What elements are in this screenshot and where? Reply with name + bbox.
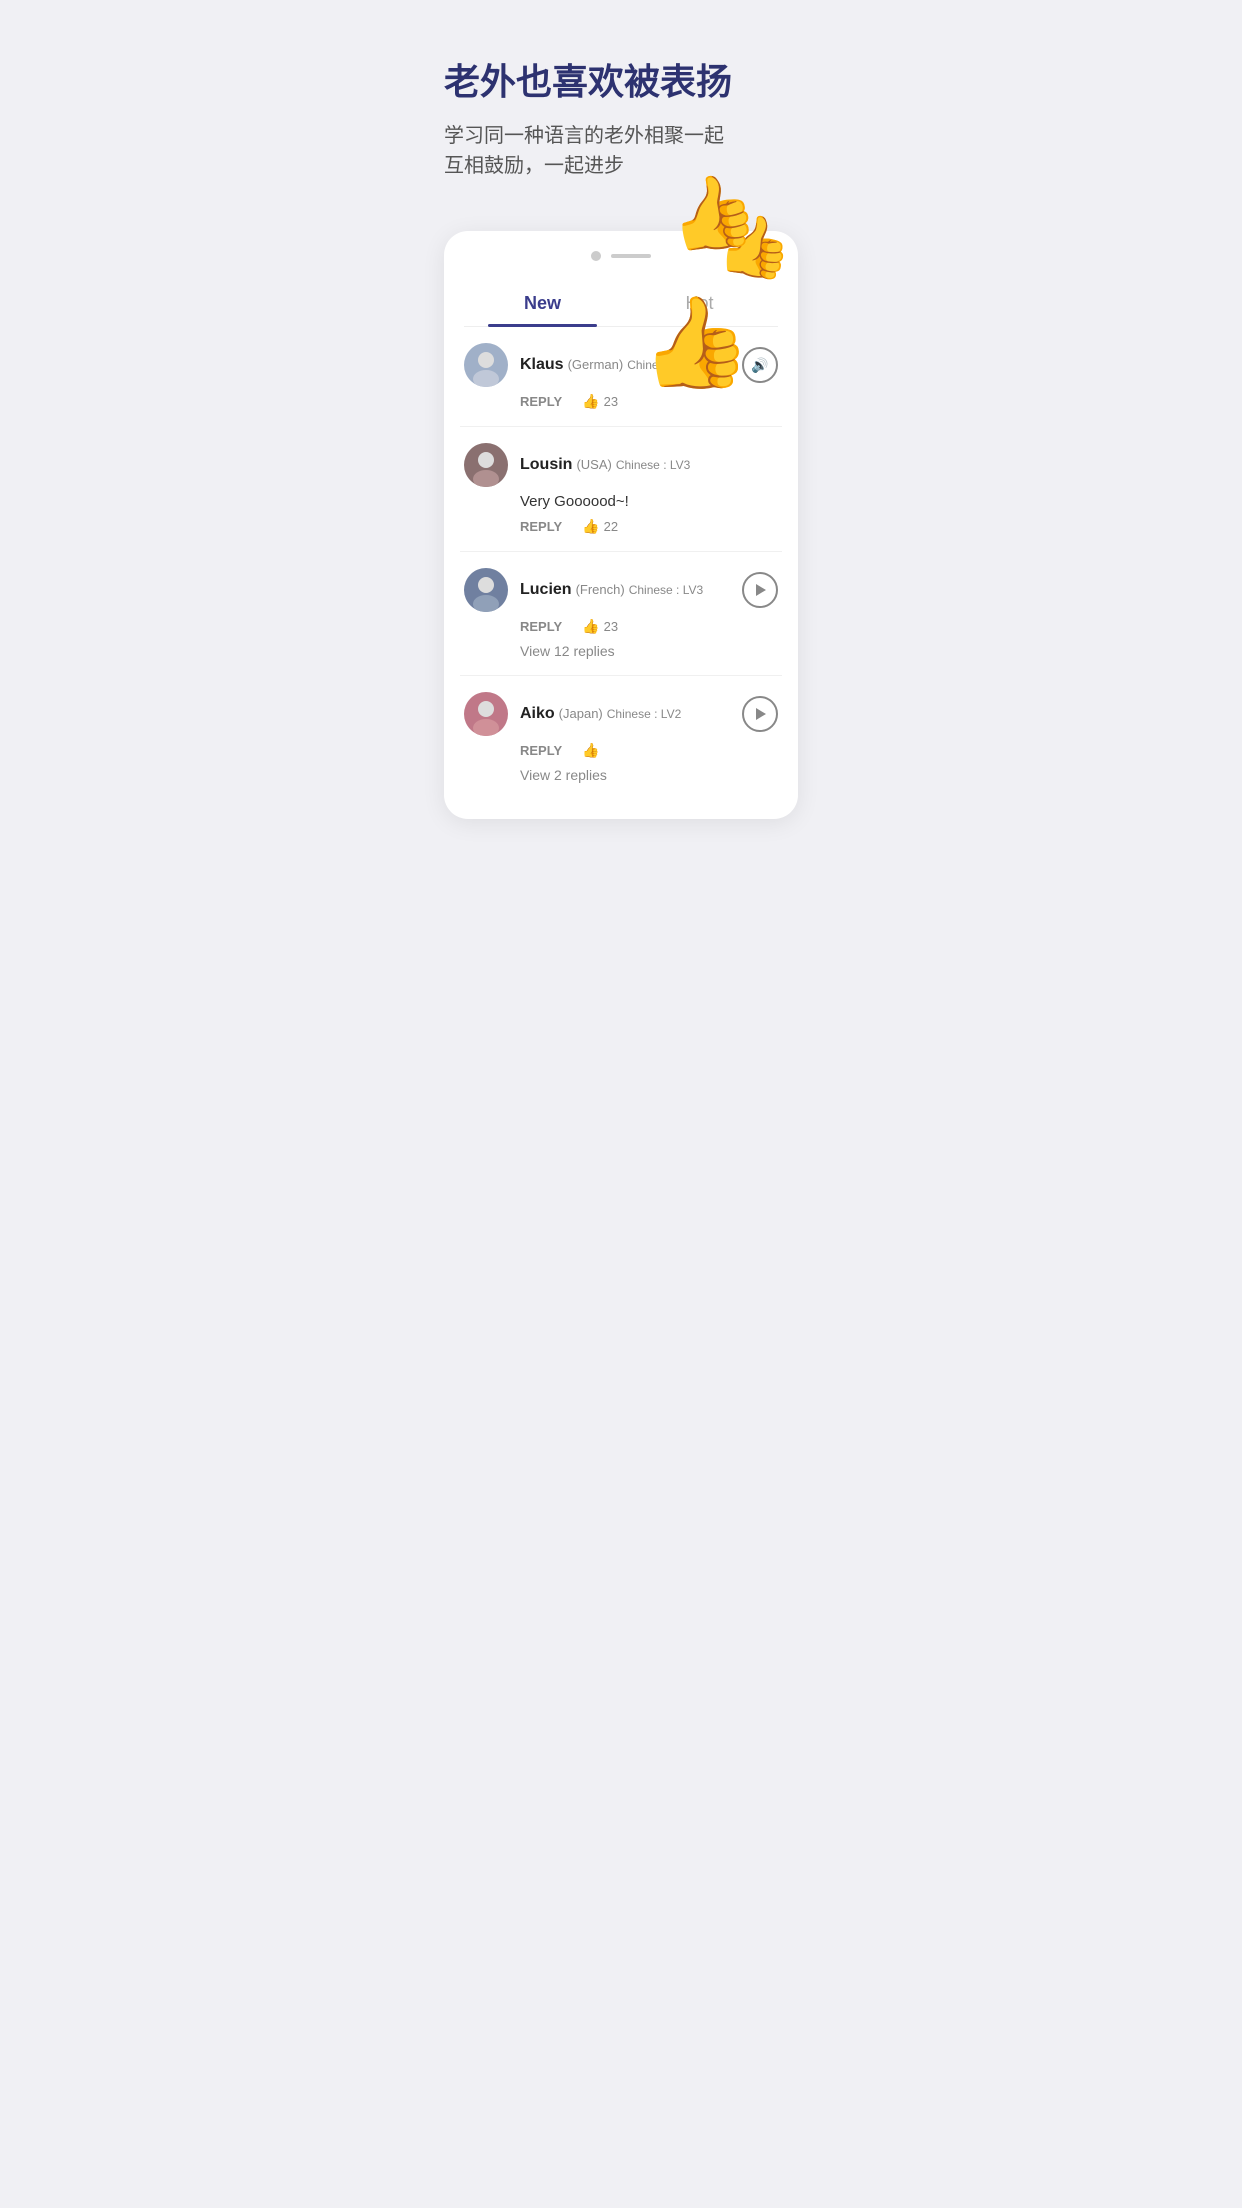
user-level: Chinese : LV2 <box>607 707 682 721</box>
comment-actions: REPLY 👍 <box>520 742 778 759</box>
avatar <box>464 443 508 487</box>
comment-item: Lucien (French) Chinese : LV3 REPLY <box>460 552 782 676</box>
view-replies-link[interactable]: View 2 replies <box>520 767 778 783</box>
like-count: 22 <box>604 519 618 534</box>
user-name-row: Aiko (Japan) Chinese : LV2 <box>520 705 681 723</box>
thumbs-up-icon-3: 👍 <box>634 287 755 401</box>
comment-list: Klaus (German) Chinese : LV3 🔊 REPLY <box>444 327 798 799</box>
pagination-dot[interactable] <box>591 251 601 261</box>
like-icon: 👍 <box>582 518 599 535</box>
like-row: 👍 23 <box>582 393 618 410</box>
comment-header-left: Lucien (French) Chinese : LV3 <box>464 568 703 612</box>
like-icon: 👍 <box>582 393 599 410</box>
user-name: Lucien <box>520 581 572 599</box>
like-count: 23 <box>604 394 618 409</box>
user-name-row: Lousin (USA) Chinese : LV3 <box>520 456 690 474</box>
reply-button[interactable]: REPLY <box>520 519 562 534</box>
user-level: Chinese : LV3 <box>629 583 704 597</box>
view-replies-link[interactable]: View 12 replies <box>520 643 778 659</box>
like-row: 👍 23 <box>582 618 618 635</box>
user-name-row: Lucien (French) Chinese : LV3 <box>520 581 703 599</box>
comment-header-left: Lousin (USA) Chinese : LV3 <box>464 443 690 487</box>
comment-body: Very Goooood~! REPLY 👍 22 <box>520 493 778 535</box>
page-headline: 老外也喜欢被表扬 <box>444 60 798 103</box>
avatar <box>464 692 508 736</box>
comment-header: Lucien (French) Chinese : LV3 <box>464 568 778 612</box>
like-icon: 👍 <box>582 742 599 759</box>
play-button[interactable] <box>742 572 778 608</box>
reply-button[interactable]: REPLY <box>520 394 562 409</box>
comment-header-left: Aiko (Japan) Chinese : LV2 <box>464 692 681 736</box>
comment-body: REPLY 👍 23 View 12 replies <box>520 618 778 659</box>
reply-button[interactable]: REPLY <box>520 743 562 758</box>
page-wrapper: 老外也喜欢被表扬 学习同一种语言的老外相聚一起互相鼓励，一起进步 👍 👍 👍 N… <box>414 0 828 859</box>
thumbs-up-icon-1: 👍 <box>662 164 765 263</box>
comment-actions: REPLY 👍 23 <box>520 618 778 635</box>
like-icon: 👍 <box>582 618 599 635</box>
avatar <box>464 343 508 387</box>
reply-button[interactable]: REPLY <box>520 619 562 634</box>
user-language: (German) <box>568 357 624 372</box>
comment-body: REPLY 👍 View 2 replies <box>520 742 778 783</box>
user-info: Lousin (USA) Chinese : LV3 <box>520 456 690 474</box>
comment-header: Lousin (USA) Chinese : LV3 <box>464 443 778 487</box>
user-info: Lucien (French) Chinese : LV3 <box>520 581 703 599</box>
user-name: Klaus <box>520 356 564 374</box>
avatar <box>464 568 508 612</box>
comment-header: Aiko (Japan) Chinese : LV2 <box>464 692 778 736</box>
main-card: 👍 👍 👍 New Hot <box>444 231 798 819</box>
comment-text: Very Goooood~! <box>520 493 778 510</box>
user-level: Chinese : LV3 <box>616 458 691 472</box>
like-row: 👍 <box>582 742 599 759</box>
like-count: 23 <box>604 619 618 634</box>
comment-item: Lousin (USA) Chinese : LV3 Very Goooood~… <box>460 427 782 552</box>
play-button[interactable] <box>742 696 778 732</box>
user-name: Aiko <box>520 705 555 723</box>
user-language: (Japan) <box>559 706 603 721</box>
user-language: (USA) <box>576 457 611 472</box>
pagination-line[interactable] <box>611 254 651 258</box>
tab-new[interactable]: New <box>464 281 621 326</box>
like-row: 👍 22 <box>582 518 618 535</box>
user-language: (French) <box>576 582 625 597</box>
sound-icon: 🔊 <box>751 357 768 374</box>
comment-actions: REPLY 👍 22 <box>520 518 778 535</box>
comment-item: Aiko (Japan) Chinese : LV2 REPLY <box>460 676 782 799</box>
user-info: Aiko (Japan) Chinese : LV2 <box>520 705 681 723</box>
user-name: Lousin <box>520 456 572 474</box>
